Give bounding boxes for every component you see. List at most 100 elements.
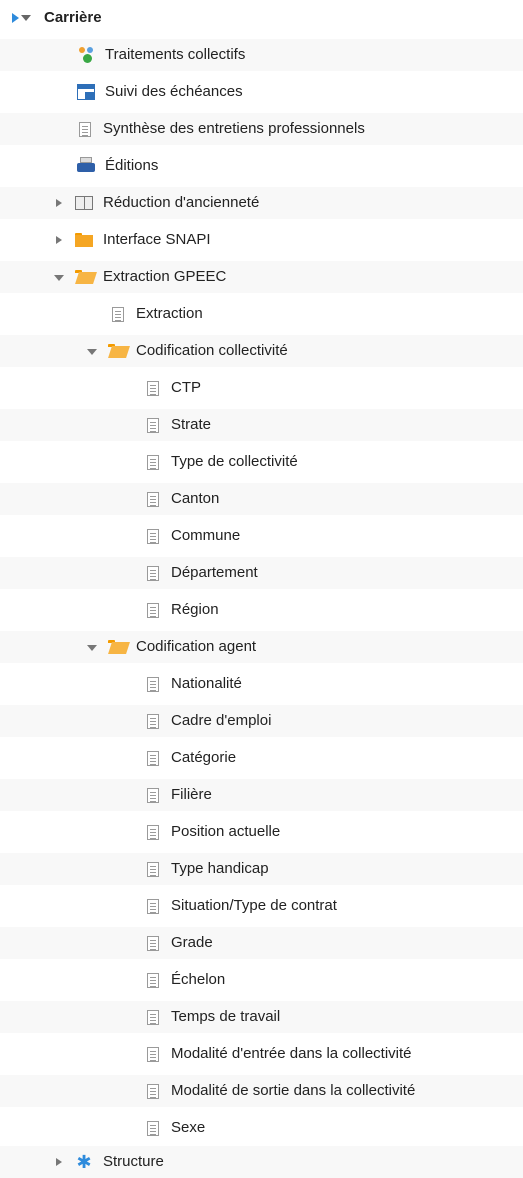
tree-item-commune[interactable]: Commune — [0, 520, 523, 552]
book-icon — [75, 196, 93, 210]
document-icon — [147, 454, 159, 470]
tree-item-label: Réduction d'ancienneté — [103, 194, 260, 211]
collapse-arrow-icon[interactable] — [53, 271, 65, 283]
document-icon — [147, 824, 159, 840]
tree-item-label: Situation/Type de contrat — [171, 897, 337, 914]
team-cog-icon — [77, 46, 95, 64]
document-icon — [147, 380, 159, 396]
tree-item-label: Sexe — [171, 1119, 206, 1136]
tree-item-label: Extraction GPEEC — [103, 268, 227, 285]
tree-item-label: Traitements collectifs — [105, 46, 246, 63]
tree-item-strate[interactable]: Strate — [0, 409, 523, 441]
document-icon — [147, 898, 159, 914]
tree-item-label: Commune — [171, 527, 241, 544]
expand-arrow-icon[interactable] — [53, 234, 65, 246]
document-icon — [147, 1120, 159, 1136]
expand-arrow-icon[interactable] — [12, 11, 34, 25]
document-icon — [147, 972, 159, 988]
tree-node-carriere[interactable]: Carrière — [0, 2, 523, 34]
expand-arrow-icon[interactable] — [53, 197, 65, 209]
tree-item-label: Filière — [171, 786, 212, 803]
document-icon — [147, 861, 159, 877]
document-icon — [112, 306, 124, 322]
tree-item-region[interactable]: Région — [0, 594, 523, 626]
document-icon — [147, 528, 159, 544]
tree-item-label: Modalité d'entrée dans la collectivité — [171, 1045, 412, 1062]
tree-item-label: Grade — [171, 934, 213, 951]
tree-item-suivi-echeances[interactable]: Suivi des échéances — [0, 76, 523, 108]
tree-node-structure[interactable]: ✱ Structure — [0, 1146, 523, 1178]
tree-item-sexe[interactable]: Sexe — [0, 1112, 523, 1144]
tree-item-synthese-entretiens[interactable]: Synthèse des entretiens professionnels — [0, 113, 523, 145]
tree-item-label: Strate — [171, 416, 212, 433]
tree-item-label: Échelon — [171, 971, 226, 988]
tree-item-label: CTP — [171, 379, 201, 396]
tree-item-echelon[interactable]: Échelon — [0, 964, 523, 996]
document-icon — [147, 787, 159, 803]
tree-item-label: Structure — [103, 1153, 164, 1170]
document-icon — [147, 1046, 159, 1062]
tree-item-departement[interactable]: Département — [0, 557, 523, 589]
document-icon — [147, 676, 159, 692]
tree-item-label: Éditions — [105, 157, 159, 174]
document-icon — [147, 713, 159, 729]
tree-item-label: Canton — [171, 490, 220, 507]
tree-item-label: Nationalité — [171, 675, 242, 692]
tree-node-label: Carrière — [44, 9, 102, 26]
document-icon — [147, 750, 159, 766]
tree-item-label: Type de collectivité — [171, 453, 298, 470]
tree-node-interface-snapi[interactable]: Interface SNAPI — [0, 224, 523, 256]
tree-item-ctp[interactable]: CTP — [0, 372, 523, 404]
document-icon — [147, 417, 159, 433]
tree-item-label: Synthèse des entretiens professionnels — [103, 120, 365, 137]
folder-open-icon — [75, 270, 93, 284]
tree-item-label: Interface SNAPI — [103, 231, 211, 248]
cog-icon: ✱ — [76, 1152, 92, 1172]
tree-item-position-actuelle[interactable]: Position actuelle — [0, 816, 523, 848]
tree-item-label: Modalité de sortie dans la collectivité — [171, 1082, 416, 1099]
tree-item-label: Catégorie — [171, 749, 237, 766]
tree-item-label: Codification agent — [136, 638, 257, 655]
folder-open-icon — [108, 640, 126, 654]
tree-item-categorie[interactable]: Catégorie — [0, 742, 523, 774]
tree-item-traitements-collectifs[interactable]: Traitements collectifs — [0, 39, 523, 71]
collapse-arrow-icon[interactable] — [86, 345, 98, 357]
tree-item-temps-travail[interactable]: Temps de travail — [0, 1001, 523, 1033]
tree-item-canton[interactable]: Canton — [0, 483, 523, 515]
tree-item-type-collectivite[interactable]: Type de collectivité — [0, 446, 523, 478]
folder-icon — [75, 233, 93, 247]
tree-item-nationalite[interactable]: Nationalité — [0, 668, 523, 700]
calendar-icon — [77, 84, 95, 100]
tree-item-cadre-emploi[interactable]: Cadre d'emploi — [0, 705, 523, 737]
printer-icon — [77, 157, 95, 175]
document-icon — [147, 1083, 159, 1099]
document-icon — [147, 565, 159, 581]
tree-item-label: Département — [171, 564, 258, 581]
tree-node-codification-agent[interactable]: Codification agent — [0, 631, 523, 663]
tree-node-codification-collectivite[interactable]: Codification collectivité — [0, 335, 523, 367]
tree-node-reduction-anciennete[interactable]: Réduction d'ancienneté — [0, 187, 523, 219]
tree-item-label: Région — [171, 601, 219, 618]
tree-item-modalite-entree[interactable]: Modalité d'entrée dans la collectivité — [0, 1038, 523, 1070]
tree-item-editions[interactable]: Éditions — [0, 150, 523, 182]
tree-item-label: Type handicap — [171, 860, 269, 877]
tree-item-filiere[interactable]: Filière — [0, 779, 523, 811]
tree-item-type-handicap[interactable]: Type handicap — [0, 853, 523, 885]
tree-item-grade[interactable]: Grade — [0, 927, 523, 959]
tree-item-label: Position actuelle — [171, 823, 281, 840]
tree-node-extraction-gpeec[interactable]: Extraction GPEEC — [0, 261, 523, 293]
document-icon — [79, 121, 91, 137]
document-icon — [147, 491, 159, 507]
document-icon — [147, 935, 159, 951]
tree-item-label: Temps de travail — [171, 1008, 281, 1025]
tree-item-extraction[interactable]: Extraction — [0, 298, 523, 330]
tree-item-label: Extraction — [136, 305, 203, 322]
folder-open-icon — [108, 344, 126, 358]
tree-item-situation-type-contrat[interactable]: Situation/Type de contrat — [0, 890, 523, 922]
tree-item-modalite-sortie[interactable]: Modalité de sortie dans la collectivité — [0, 1075, 523, 1107]
tree-item-label: Suivi des échéances — [105, 83, 243, 100]
collapse-arrow-icon[interactable] — [86, 641, 98, 653]
expand-arrow-icon[interactable] — [53, 1156, 65, 1168]
document-icon — [147, 602, 159, 618]
tree-item-label: Cadre d'emploi — [171, 712, 272, 729]
